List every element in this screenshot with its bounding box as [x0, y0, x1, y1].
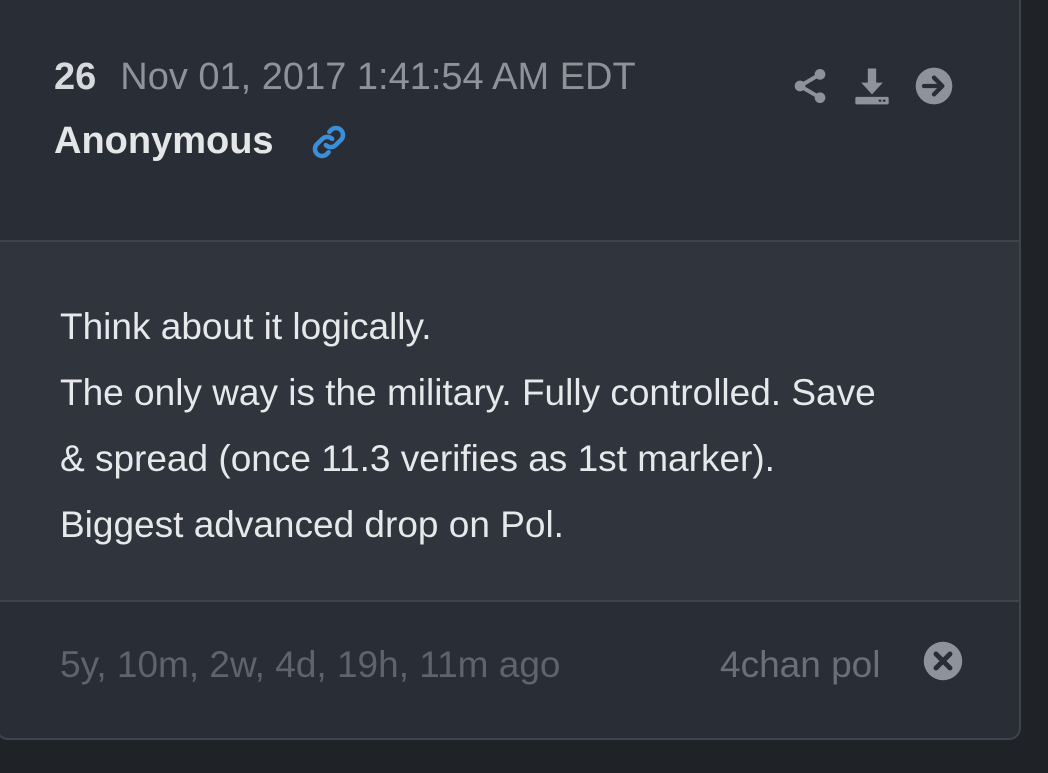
author-name: Anonymous: [54, 120, 274, 162]
post-line: Think about it logically.: [60, 306, 432, 347]
author-row: Anonymous: [54, 120, 350, 163]
post-card: 26 Nov 01, 2017 1:41:54 AM EDT Anonymous: [0, 0, 1021, 740]
post-line: & spread (once 11.3 verifies as 1st mark…: [60, 438, 775, 479]
share-icon[interactable]: [790, 66, 830, 106]
post-number: 26: [54, 56, 97, 98]
post-body: Think about it logically. The only way i…: [0, 242, 1019, 602]
post-source: 4chan pol: [720, 644, 881, 685]
post-date: Nov 01, 2017 1:41:54 AM EDT: [120, 56, 636, 98]
post-line: The only way is the military. Fully cont…: [60, 372, 876, 413]
download-icon[interactable]: [852, 66, 892, 106]
arrow-right-circle-icon[interactable]: [914, 66, 954, 106]
post-actions: [790, 66, 976, 106]
post-line: Biggest advanced drop on Pol.: [60, 504, 564, 545]
post-header: 26 Nov 01, 2017 1:41:54 AM EDT Anonymous: [0, 0, 1019, 242]
post-footer: 5y, 10m, 2w, 4d, 19h, 11m ago 4chan pol: [0, 602, 1019, 738]
close-circle-icon[interactable]: [922, 640, 964, 682]
post-age: 5y, 10m, 2w, 4d, 19h, 11m ago: [60, 644, 561, 685]
post-text: Think about it logically. The only way i…: [60, 294, 970, 558]
link-icon[interactable]: [308, 121, 350, 163]
post-meta: 26 Nov 01, 2017 1:41:54 AM EDT: [54, 56, 636, 99]
